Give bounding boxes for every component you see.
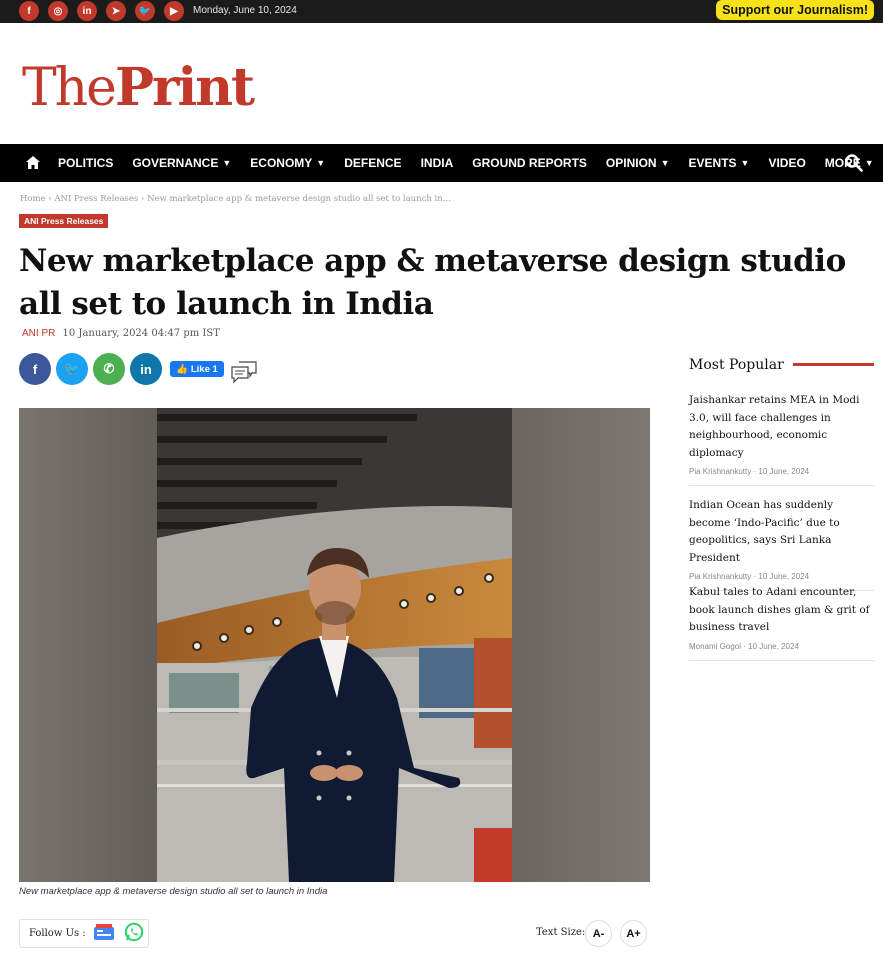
nav-label: EVENTS xyxy=(688,156,737,170)
twitter-icon[interactable]: 🐦 xyxy=(135,1,155,21)
category-tag[interactable]: ANI Press Releases xyxy=(19,214,109,228)
facebook-like-button[interactable]: 👍 Like 1 xyxy=(170,361,224,377)
chevron-down-icon: ▼ xyxy=(740,158,750,168)
facebook-icon[interactable]: f xyxy=(19,1,39,21)
popular-item[interactable]: Kabul tales to Adani encounter, book lau… xyxy=(689,584,875,661)
nav-video[interactable]: VIDEO xyxy=(768,156,805,170)
main-nav: POLITICS GOVERNANCE ▼ ECONOMY ▼ DEFENCE IN… xyxy=(0,144,883,182)
like-label: Like 1 xyxy=(190,363,218,375)
twitter-share-icon[interactable]: 🐦 xyxy=(56,353,88,385)
current-date: Monday, June 10, 2024 xyxy=(193,5,297,16)
popular-item-date: 10 June, 2024 xyxy=(758,467,810,476)
linkedin-share-icon[interactable]: in xyxy=(130,353,162,385)
popular-item[interactable]: Jaishankar retains MEA in Modi 3.0, will… xyxy=(689,392,875,486)
popular-item-author[interactable]: Monami Gogoi xyxy=(689,642,741,651)
popular-item[interactable]: Indian Ocean has suddenly become ‘Indo-P… xyxy=(689,497,875,591)
article-byline: ANI PR 10 January, 2024 04:47 pm IST xyxy=(22,328,220,339)
nav-label: POLITICS xyxy=(58,156,114,170)
google-news-icon[interactable] xyxy=(93,924,114,943)
nav-ground-reports[interactable]: GROUND REPORTS xyxy=(472,156,587,170)
text-size-label: Text Size: xyxy=(536,927,586,938)
article-headline: New marketplace app & metaverse design s… xyxy=(19,243,846,322)
whatsapp-channel-icon[interactable] xyxy=(124,922,144,945)
nav-governance[interactable]: GOVERNANCE ▼ xyxy=(132,156,231,170)
chevron-down-icon: ▼ xyxy=(222,158,232,168)
share-bar: f 🐦 ✆ in xyxy=(19,353,162,385)
nav-opinion[interactable]: OPINION ▼ xyxy=(606,156,670,170)
popular-item-meta: Pia Krishnankutty · 10 June, 2024 xyxy=(689,467,810,476)
logo-part-the: The xyxy=(22,58,117,118)
author-link[interactable]: ANI PR xyxy=(22,328,55,339)
whatsapp-share-icon[interactable]: ✆ xyxy=(93,353,125,385)
nav-label: OPINION xyxy=(605,156,657,170)
nav-label: GOVERNANCE xyxy=(132,156,219,170)
popular-item-title[interactable]: Indian Ocean has suddenly become ‘Indo-P… xyxy=(689,497,875,567)
support-journalism-button[interactable]: Support our Journalism! xyxy=(716,0,874,20)
chevron-down-icon: ▼ xyxy=(864,158,874,168)
nav-label: GROUND REPORTS xyxy=(472,156,587,170)
top-bar: f ◎ in ➤ 🐦 ▶ Monday, June 10, 2024 Suppo… xyxy=(0,0,883,23)
nav-india[interactable]: INDIA xyxy=(421,156,454,170)
telegram-icon[interactable]: ➤ xyxy=(106,1,126,21)
popular-item-author[interactable]: Pia Krishnankutty xyxy=(689,467,751,476)
popular-item-title[interactable]: Kabul tales to Adani encounter, book lau… xyxy=(689,584,875,637)
popular-item-meta: Monami Gogoi · 10 June, 2024 xyxy=(689,641,799,651)
popular-item-date: 10 June, 2024 xyxy=(758,572,810,581)
follow-us-box: Follow Us : xyxy=(19,919,149,948)
chevron-down-icon: ▼ xyxy=(316,158,326,168)
thumbs-up-icon: 👍 xyxy=(176,363,188,375)
social-links: f ◎ in ➤ 🐦 ▶ xyxy=(19,1,184,21)
chevron-down-icon: ▼ xyxy=(660,158,670,168)
nav-label: DEFENCE xyxy=(344,156,402,170)
follow-us-label: Follow Us : xyxy=(29,928,86,939)
nav-label: INDIA xyxy=(420,156,454,170)
facebook-share-icon[interactable]: f xyxy=(19,353,51,385)
logo-part-print: Print xyxy=(114,57,255,118)
decrease-text-size-button[interactable]: A- xyxy=(585,920,612,947)
instagram-icon[interactable]: ◎ xyxy=(48,1,68,21)
breadcrumb[interactable]: Home › ANI Press Releases › New marketpl… xyxy=(20,194,451,204)
nav-events[interactable]: EVENTS ▼ xyxy=(689,156,750,170)
most-popular-heading: Most Popular xyxy=(689,357,784,373)
popular-item-title[interactable]: Jaishankar retains MEA in Modi 3.0, will… xyxy=(689,392,875,462)
nav-politics[interactable]: POLITICS xyxy=(58,156,113,170)
site-logo[interactable]: ThePrint xyxy=(22,57,255,119)
comment-icon[interactable] xyxy=(230,360,258,389)
nav-economy[interactable]: ECONOMY ▼ xyxy=(250,156,325,170)
youtube-icon[interactable]: ▶ xyxy=(164,1,184,21)
popular-item-author[interactable]: Pia Krishnankutty xyxy=(689,572,751,581)
nav-label: VIDEO xyxy=(768,156,806,170)
home-icon[interactable] xyxy=(26,156,42,170)
article-hero-image xyxy=(19,408,650,882)
increase-text-size-button[interactable]: A+ xyxy=(620,920,647,947)
popular-item-date: 10 June, 2024 xyxy=(748,641,799,651)
linkedin-icon[interactable]: in xyxy=(77,1,97,21)
image-caption: New marketplace app & metaverse design s… xyxy=(19,886,328,897)
publish-datetime: 10 January, 2024 04:47 pm IST xyxy=(62,328,220,339)
heading-rule xyxy=(793,363,874,366)
search-icon[interactable] xyxy=(845,154,863,172)
nav-defence[interactable]: DEFENCE xyxy=(344,156,401,170)
nav-label: ECONOMY xyxy=(250,156,313,170)
